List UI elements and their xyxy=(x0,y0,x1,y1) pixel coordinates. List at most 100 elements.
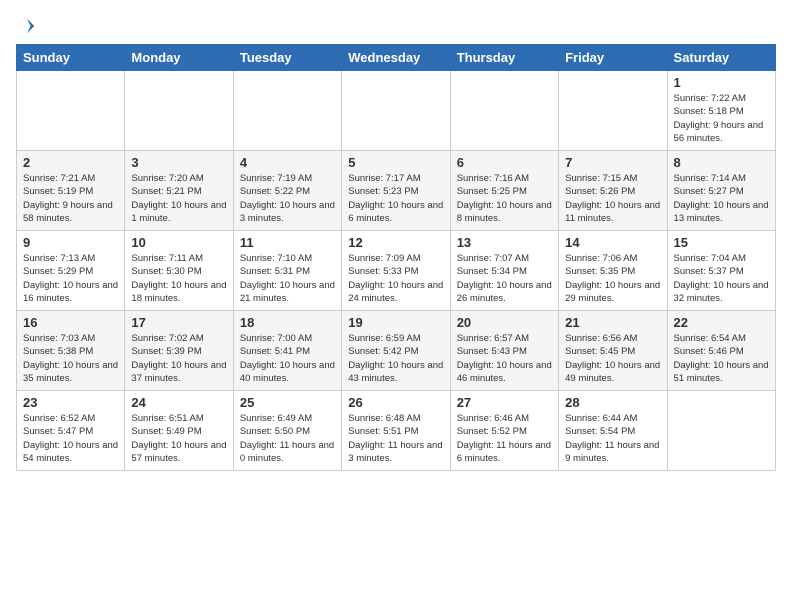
day-number: 7 xyxy=(565,155,660,170)
calendar-table: SundayMondayTuesdayWednesdayThursdayFrid… xyxy=(16,44,776,471)
day-number: 12 xyxy=(348,235,443,250)
day-info: Sunrise: 6:56 AM Sunset: 5:45 PM Dayligh… xyxy=(565,332,660,385)
calendar-cell: 6 Sunrise: 7:16 AM Sunset: 5:25 PM Daylig… xyxy=(450,151,558,231)
day-info: Sunrise: 7:03 AM Sunset: 5:38 PM Dayligh… xyxy=(23,332,118,385)
calendar-cell xyxy=(125,71,233,151)
day-number: 4 xyxy=(240,155,335,170)
day-number: 24 xyxy=(131,395,226,410)
day-info: Sunrise: 7:13 AM Sunset: 5:29 PM Dayligh… xyxy=(23,252,118,305)
day-number: 28 xyxy=(565,395,660,410)
day-number: 25 xyxy=(240,395,335,410)
day-number: 6 xyxy=(457,155,552,170)
day-number: 27 xyxy=(457,395,552,410)
calendar-cell xyxy=(559,71,667,151)
day-number: 17 xyxy=(131,315,226,330)
calendar-cell xyxy=(450,71,558,151)
calendar-cell: 9 Sunrise: 7:13 AM Sunset: 5:29 PM Daylig… xyxy=(17,231,125,311)
calendar-header-row: SundayMondayTuesdayWednesdayThursdayFrid… xyxy=(17,45,776,71)
day-number: 22 xyxy=(674,315,769,330)
day-info: Sunrise: 6:51 AM Sunset: 5:49 PM Dayligh… xyxy=(131,412,226,465)
day-number: 10 xyxy=(131,235,226,250)
calendar-cell: 15 Sunrise: 7:04 AM Sunset: 5:37 PM Dayli… xyxy=(667,231,775,311)
col-header-sunday: Sunday xyxy=(17,45,125,71)
calendar-cell: 24 Sunrise: 6:51 AM Sunset: 5:49 PM Dayli… xyxy=(125,391,233,471)
col-header-tuesday: Tuesday xyxy=(233,45,341,71)
calendar-cell: 5 Sunrise: 7:17 AM Sunset: 5:23 PM Daylig… xyxy=(342,151,450,231)
day-number: 15 xyxy=(674,235,769,250)
day-info: Sunrise: 6:44 AM Sunset: 5:54 PM Dayligh… xyxy=(565,412,660,465)
calendar-cell: 14 Sunrise: 7:06 AM Sunset: 5:35 PM Dayli… xyxy=(559,231,667,311)
day-info: Sunrise: 7:00 AM Sunset: 5:41 PM Dayligh… xyxy=(240,332,335,385)
calendar-week-row: 9 Sunrise: 7:13 AM Sunset: 5:29 PM Daylig… xyxy=(17,231,776,311)
day-number: 18 xyxy=(240,315,335,330)
calendar-week-row: 23Sunrise: 6:52 AM Sunset: 5:47 PM Dayli… xyxy=(17,391,776,471)
day-number: 13 xyxy=(457,235,552,250)
day-number: 21 xyxy=(565,315,660,330)
calendar-cell: 22 Sunrise: 6:54 AM Sunset: 5:46 PM Dayli… xyxy=(667,311,775,391)
day-number: 20 xyxy=(457,315,552,330)
day-info: Sunrise: 7:21 AM Sunset: 5:19 PM Dayligh… xyxy=(23,172,118,225)
calendar-cell: 18 Sunrise: 7:00 AM Sunset: 5:41 PM Dayli… xyxy=(233,311,341,391)
calendar-cell: 7 Sunrise: 7:15 AM Sunset: 5:26 PM Daylig… xyxy=(559,151,667,231)
day-number: 19 xyxy=(348,315,443,330)
calendar-cell: 17 Sunrise: 7:02 AM Sunset: 5:39 PM Dayli… xyxy=(125,311,233,391)
calendar-cell xyxy=(233,71,341,151)
day-info: Sunrise: 7:14 AM Sunset: 5:27 PM Dayligh… xyxy=(674,172,769,225)
day-info: Sunrise: 7:20 AM Sunset: 5:21 PM Dayligh… xyxy=(131,172,226,225)
day-number: 2 xyxy=(23,155,118,170)
col-header-friday: Friday xyxy=(559,45,667,71)
day-number: 3 xyxy=(131,155,226,170)
col-header-saturday: Saturday xyxy=(667,45,775,71)
calendar-week-row: 2 Sunrise: 7:21 AM Sunset: 5:19 PM Daylig… xyxy=(17,151,776,231)
calendar-cell: 13 Sunrise: 7:07 AM Sunset: 5:34 PM Dayli… xyxy=(450,231,558,311)
day-info: Sunrise: 7:19 AM Sunset: 5:22 PM Dayligh… xyxy=(240,172,335,225)
day-info: Sunrise: 7:11 AM Sunset: 5:30 PM Dayligh… xyxy=(131,252,226,305)
calendar-cell: 1 Sunrise: 7:22 AM Sunset: 5:18 PM Daylig… xyxy=(667,71,775,151)
day-info: Sunrise: 7:22 AM Sunset: 5:18 PM Dayligh… xyxy=(674,92,769,145)
logo-icon xyxy=(18,17,36,35)
day-number: 26 xyxy=(348,395,443,410)
day-number: 16 xyxy=(23,315,118,330)
calendar-cell: 21 Sunrise: 6:56 AM Sunset: 5:45 PM Dayli… xyxy=(559,311,667,391)
calendar-cell: 28 Sunrise: 6:44 AM Sunset: 5:54 PM Dayli… xyxy=(559,391,667,471)
day-number: 1 xyxy=(674,75,769,90)
day-info: Sunrise: 7:07 AM Sunset: 5:34 PM Dayligh… xyxy=(457,252,552,305)
day-info: Sunrise: 6:49 AM Sunset: 5:50 PM Dayligh… xyxy=(240,412,335,465)
calendar-week-row: 1 Sunrise: 7:22 AM Sunset: 5:18 PM Daylig… xyxy=(17,71,776,151)
logo xyxy=(16,16,36,36)
calendar-cell: 26 Sunrise: 6:48 AM Sunset: 5:51 PM Dayli… xyxy=(342,391,450,471)
day-number: 14 xyxy=(565,235,660,250)
day-info: Sunrise: 7:04 AM Sunset: 5:37 PM Dayligh… xyxy=(674,252,769,305)
day-number: 9 xyxy=(23,235,118,250)
calendar-cell: 19 Sunrise: 6:59 AM Sunset: 5:42 PM Dayli… xyxy=(342,311,450,391)
calendar-cell: 25 Sunrise: 6:49 AM Sunset: 5:50 PM Dayli… xyxy=(233,391,341,471)
day-info: Sunrise: 6:46 AM Sunset: 5:52 PM Dayligh… xyxy=(457,412,552,465)
day-info: Sunrise: 7:15 AM Sunset: 5:26 PM Dayligh… xyxy=(565,172,660,225)
calendar-cell: 11 Sunrise: 7:10 AM Sunset: 5:31 PM Dayli… xyxy=(233,231,341,311)
calendar-cell: 10 Sunrise: 7:11 AM Sunset: 5:30 PM Dayli… xyxy=(125,231,233,311)
day-info: Sunrise: 7:16 AM Sunset: 5:25 PM Dayligh… xyxy=(457,172,552,225)
calendar-cell: 8 Sunrise: 7:14 AM Sunset: 5:27 PM Daylig… xyxy=(667,151,775,231)
calendar-cell: 20 Sunrise: 6:57 AM Sunset: 5:43 PM Dayli… xyxy=(450,311,558,391)
day-info: Sunrise: 7:02 AM Sunset: 5:39 PM Dayligh… xyxy=(131,332,226,385)
day-info: Sunrise: 6:59 AM Sunset: 5:42 PM Dayligh… xyxy=(348,332,443,385)
logo-text xyxy=(16,16,36,40)
calendar-cell: 4 Sunrise: 7:19 AM Sunset: 5:22 PM Daylig… xyxy=(233,151,341,231)
day-info: Sunrise: 7:17 AM Sunset: 5:23 PM Dayligh… xyxy=(348,172,443,225)
day-info: Sunrise: 7:10 AM Sunset: 5:31 PM Dayligh… xyxy=(240,252,335,305)
day-number: 8 xyxy=(674,155,769,170)
page-header xyxy=(16,16,776,36)
calendar-cell: 27 Sunrise: 6:46 AM Sunset: 5:52 PM Dayli… xyxy=(450,391,558,471)
calendar-cell xyxy=(17,71,125,151)
day-info: Sunrise: 6:48 AM Sunset: 5:51 PM Dayligh… xyxy=(348,412,443,465)
day-info: Sunrise: 7:06 AM Sunset: 5:35 PM Dayligh… xyxy=(565,252,660,305)
col-header-monday: Monday xyxy=(125,45,233,71)
day-info: Sunrise: 6:52 AM Sunset: 5:47 PM Dayligh… xyxy=(23,412,118,465)
day-info: Sunrise: 6:54 AM Sunset: 5:46 PM Dayligh… xyxy=(674,332,769,385)
day-info: Sunrise: 6:57 AM Sunset: 5:43 PM Dayligh… xyxy=(457,332,552,385)
day-number: 11 xyxy=(240,235,335,250)
day-number: 5 xyxy=(348,155,443,170)
col-header-thursday: Thursday xyxy=(450,45,558,71)
calendar-cell: 3 Sunrise: 7:20 AM Sunset: 5:21 PM Daylig… xyxy=(125,151,233,231)
day-info: Sunrise: 7:09 AM Sunset: 5:33 PM Dayligh… xyxy=(348,252,443,305)
